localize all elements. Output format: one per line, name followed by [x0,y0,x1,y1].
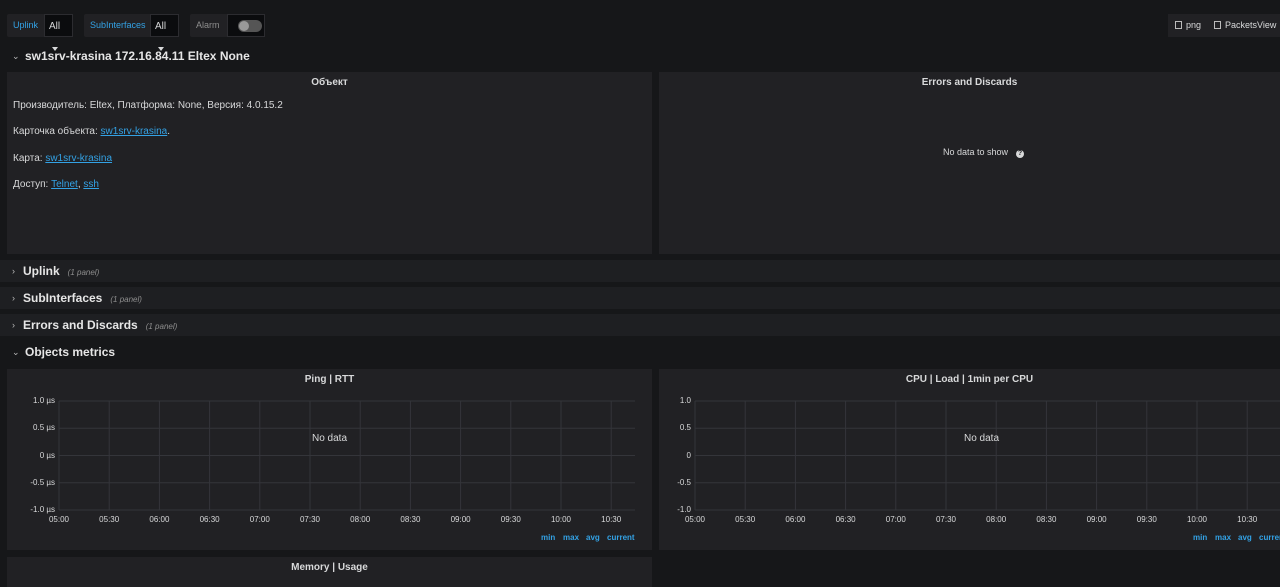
x-tick-label: 06:00 [785,515,806,524]
row-objects-metrics[interactable]: ⌄ Objects metrics [0,341,1280,363]
uplink-variable-select[interactable]: All [44,14,73,52]
no-data-message: No data to show? [943,147,1025,158]
x-tick-label: 07:00 [249,515,270,524]
x-tick-label: 07:30 [935,515,957,524]
errors-discards-panel: Errors and Discards No data to show? [659,72,1280,254]
alarm-variable-label: Alarm [190,14,227,37]
x-tick-label: 05:00 [684,515,706,524]
help-icon[interactable]: ? [1016,150,1025,158]
row-panel-count: (1 panel) [145,322,178,331]
x-tick-label: 05:30 [99,515,120,524]
x-tick-label: 10:00 [1186,515,1208,524]
legend-max[interactable]: max [563,533,579,542]
chevron-right-icon: › [12,293,15,303]
row-title: SubInterfaces [23,291,103,305]
x-tick-label: 09:00 [450,515,471,524]
x-tick-label: 07:00 [885,515,906,524]
telnet-link[interactable]: Telnet [51,179,78,190]
y-tick-label: 0.5 [679,423,691,433]
image-icon [1175,21,1182,29]
row-title: Objects metrics [25,345,116,359]
access-line: Доступ: Telnet, ssh [13,179,99,190]
subinterfaces-variable-select[interactable]: All [150,14,179,52]
card-line: Карточка объекта: sw1srv-krasina. [13,126,170,137]
manufacturer-line: Производитель: Eltex, Платформа: None, В… [13,100,283,111]
x-tick-label: 08:00 [350,515,371,524]
card-link[interactable]: sw1srv-krasina [101,126,168,137]
alarm-toggle[interactable] [227,14,265,37]
x-tick-label: 06:30 [835,515,856,524]
legend-current[interactable]: current [1259,533,1280,542]
packetsview-button[interactable]: PacketsView [1208,14,1280,37]
y-tick-label: 0.5 µs [33,423,55,433]
no-data-message: No data [312,433,348,444]
row-errors-discards[interactable]: › Errors and Discards (1 panel) [0,314,1280,336]
x-tick-label: 10:00 [550,515,572,524]
y-tick-label: -1.0 [677,505,691,514]
y-tick-label: 0 µs [39,450,55,460]
uplink-variable-label: Uplink [7,14,45,37]
chevron-down-icon: ⌄ [12,347,20,357]
toggle-knob [239,21,249,31]
y-tick-label: 0 [686,450,691,460]
legend-avg[interactable]: avg [1238,533,1252,542]
row-title: Errors and Discards [23,318,138,332]
legend-avg[interactable]: avg [586,533,600,542]
chevron-down-icon: ⌄ [12,51,20,61]
x-tick-label: 10:30 [1237,515,1258,524]
device-row-title: sw1srv-krasina 172.16.84.11 Eltex None [25,49,250,63]
row-panel-count: (1 panel) [110,295,142,304]
map-line: Карта: sw1srv-krasina [13,153,113,164]
no-data-message: No data [964,433,1000,444]
x-tick-label: 05:00 [48,515,70,524]
y-tick-label: -1.0 µs [30,505,55,514]
x-tick-label: 06:30 [199,515,220,524]
y-tick-label: 1.0 [679,396,691,405]
x-tick-label: 05:30 [735,515,756,524]
legend-min[interactable]: min [541,533,555,542]
png-button[interactable]: png [1168,14,1208,37]
legend-max[interactable]: max [1215,533,1231,542]
panel-title: Errors and Discards [921,77,1018,88]
chevron-right-icon: › [12,320,15,330]
ping-rtt-panel: Ping | RTT 1.0 µs 0.5 µs 0 µs -0.5 µs -1.0 µ… [7,369,652,550]
x-tick-label: 08:00 [986,515,1007,524]
x-tick-label: 10:30 [601,515,622,524]
legend-current[interactable]: current [607,533,635,542]
chevron-right-icon: › [12,266,15,276]
document-icon [1214,21,1221,29]
y-tick-label: -0.5 [677,477,691,487]
x-tick-label: 08:30 [400,515,421,524]
ssh-link[interactable]: ssh [83,179,99,190]
object-panel: Объект Производитель: Eltex, Платформа: … [7,72,652,254]
row-title: Uplink [23,264,60,278]
panel-title: Memory | Usage [291,562,368,573]
row-panel-count: (1 panel) [67,268,100,277]
panel-title: Объект [311,77,348,88]
x-tick-label: 09:30 [1136,515,1157,524]
x-tick-label: 09:00 [1086,515,1107,524]
row-uplink[interactable]: › Uplink (1 panel) [0,260,1280,282]
y-tick-label: -0.5 µs [30,477,55,487]
x-tick-label: 07:30 [299,515,321,524]
map-link[interactable]: sw1srv-krasina [45,153,112,164]
toggle-track [238,20,262,32]
y-tick-label: 1.0 µs [33,396,55,405]
row-subinterfaces[interactable]: › SubInterfaces (1 panel) [0,287,1280,309]
legend-min[interactable]: min [1193,533,1207,542]
cpu-load-panel: CPU | Load | 1min per CPU 1.0 0.5 0 -0.5 -1.… [659,369,1280,550]
x-tick-label: 09:30 [500,515,521,524]
device-row-header[interactable]: ⌄ sw1srv-krasina 172.16.84.11 Eltex None [0,45,1280,67]
x-tick-label: 06:00 [149,515,170,524]
subinterfaces-variable-label: SubInterfaces [84,14,152,37]
x-tick-label: 08:30 [1036,515,1057,524]
memory-usage-panel: Memory | Usage [7,557,652,587]
